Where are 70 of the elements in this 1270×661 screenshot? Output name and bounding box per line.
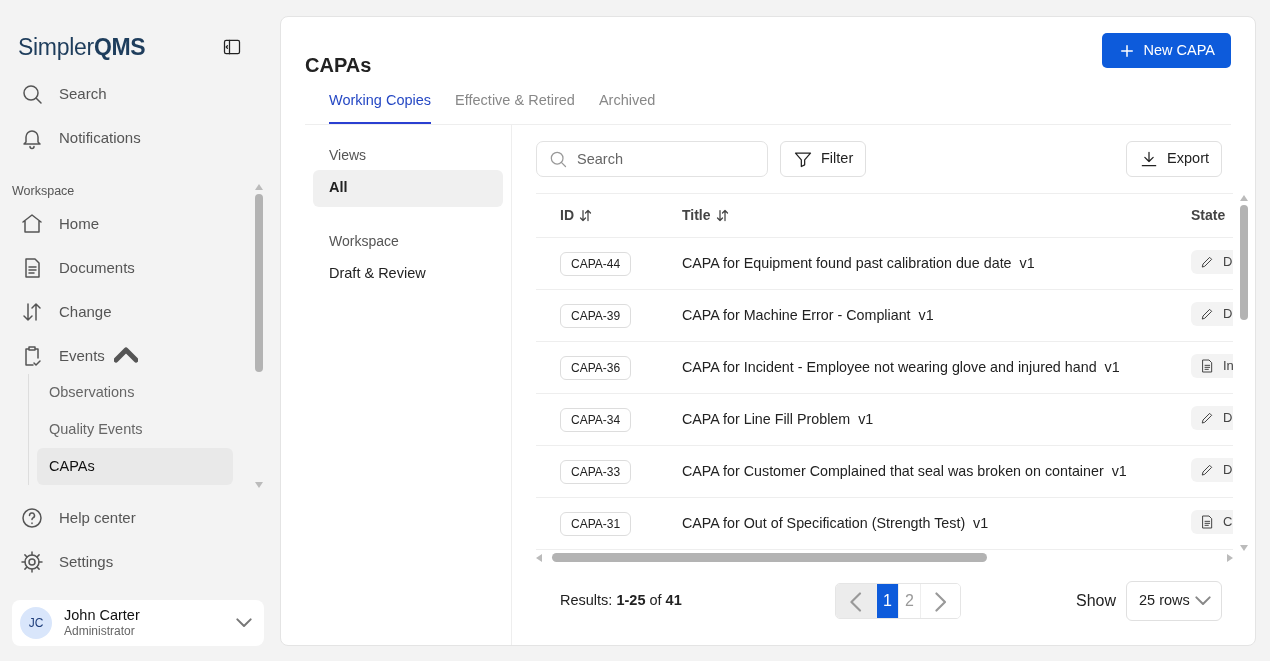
nav-item[interactable]: Documents [12, 246, 250, 290]
tab[interactable]: Archived [598, 85, 656, 124]
page-button[interactable]: 1 [876, 583, 898, 618]
tab[interactable]: Working Copies [329, 85, 432, 124]
logo: SimplerQMS [18, 32, 146, 62]
id-tag: CAPA-36 [560, 355, 632, 380]
row-title[interactable]: CAPA for Line Fill Problem v1 [682, 410, 874, 427]
filter-button[interactable]: Filter [780, 140, 867, 177]
state-tag: C [1191, 509, 1233, 534]
home-icon [20, 212, 44, 236]
sort-icon [714, 207, 730, 223]
chevron-down-icon [1195, 596, 1211, 606]
views-section-heading: Workspace [328, 231, 400, 251]
chevron-left-icon [850, 591, 862, 612]
horizontal-scrollbar[interactable] [536, 550, 1233, 565]
search-icon [20, 82, 44, 106]
state-tag: In [1191, 353, 1233, 378]
state-tag: D [1191, 301, 1233, 326]
page-title: CAPAs [305, 55, 372, 75]
nav-item[interactable]: Settings [12, 540, 264, 584]
user-menu[interactable]: JC John Carter Administrator [12, 600, 264, 646]
nav-subitem[interactable]: CAPAs [37, 448, 233, 485]
id-tag: CAPA-34 [560, 407, 632, 432]
scrollbar[interactable] [1239, 194, 1249, 551]
export-button[interactable]: Export [1126, 140, 1222, 177]
nav-subitem[interactable]: Quality Events [37, 411, 233, 448]
user-role: Administrator [64, 623, 136, 639]
avatar: JC [20, 607, 52, 639]
chevron-right-icon [934, 591, 947, 612]
new-capa-button[interactable]: New CAPA [1101, 33, 1231, 68]
views-heading: Views [328, 145, 368, 165]
nav-item[interactable]: Help center [12, 496, 264, 540]
state-tag: D [1191, 405, 1233, 430]
id-tag: CAPA-31 [560, 511, 632, 536]
previous-page-button[interactable] [836, 583, 876, 618]
chevron-down-icon [236, 618, 252, 628]
help-icon [20, 506, 44, 530]
view-item[interactable]: Draft & Review [313, 255, 503, 293]
document-icon [1199, 513, 1215, 530]
state-tag: D [1191, 457, 1233, 482]
section-label: Workspace [12, 183, 76, 200]
nav-item[interactable]: Search [12, 72, 264, 116]
row-title[interactable]: CAPA for Equipment found past calibration due date v1 [682, 254, 1035, 271]
nav-item[interactable]: Change [12, 290, 250, 334]
state-tag: D [1191, 249, 1233, 274]
row-title[interactable]: CAPA for Out of Specification (Strength Test) v1 [682, 514, 989, 531]
next-page-button[interactable] [920, 583, 960, 618]
row-title[interactable]: CAPA for Machine Error - Compliant v1 [682, 306, 934, 323]
rows-per-page-select[interactable]: 25 rows [1126, 580, 1222, 621]
sidebar-toggle-icon[interactable] [222, 37, 242, 57]
column-header[interactable]: ID [560, 205, 593, 227]
nav-item[interactable]: Home [12, 202, 250, 246]
user-name: John Carter [64, 607, 141, 624]
id-tag: CAPA-33 [560, 459, 632, 484]
id-tag: CAPA-39 [560, 303, 632, 328]
column-header[interactable]: Title [682, 204, 730, 226]
column-header[interactable]: State [1191, 205, 1226, 227]
document-icon [1199, 357, 1215, 374]
id-tag: CAPA-44 [560, 251, 632, 276]
row-title[interactable]: CAPA for Incident - Employee not wearing glove and injured hand v1 [682, 358, 1120, 375]
nav-item[interactable]: Notifications [12, 116, 264, 160]
arrows-icon [20, 300, 44, 324]
view-item[interactable]: All [313, 169, 503, 207]
row-title[interactable]: CAPA for Customer Complained that seal was broken on container v1 [682, 462, 1127, 479]
results-text: Results: 1-25 of 41 [560, 590, 683, 610]
show-label: Show [1075, 590, 1116, 611]
sort-icon [578, 208, 593, 224]
tab[interactable]: Effective & Retired [455, 85, 575, 124]
gear-icon [20, 550, 44, 574]
search-field[interactable]: Search [536, 140, 768, 177]
